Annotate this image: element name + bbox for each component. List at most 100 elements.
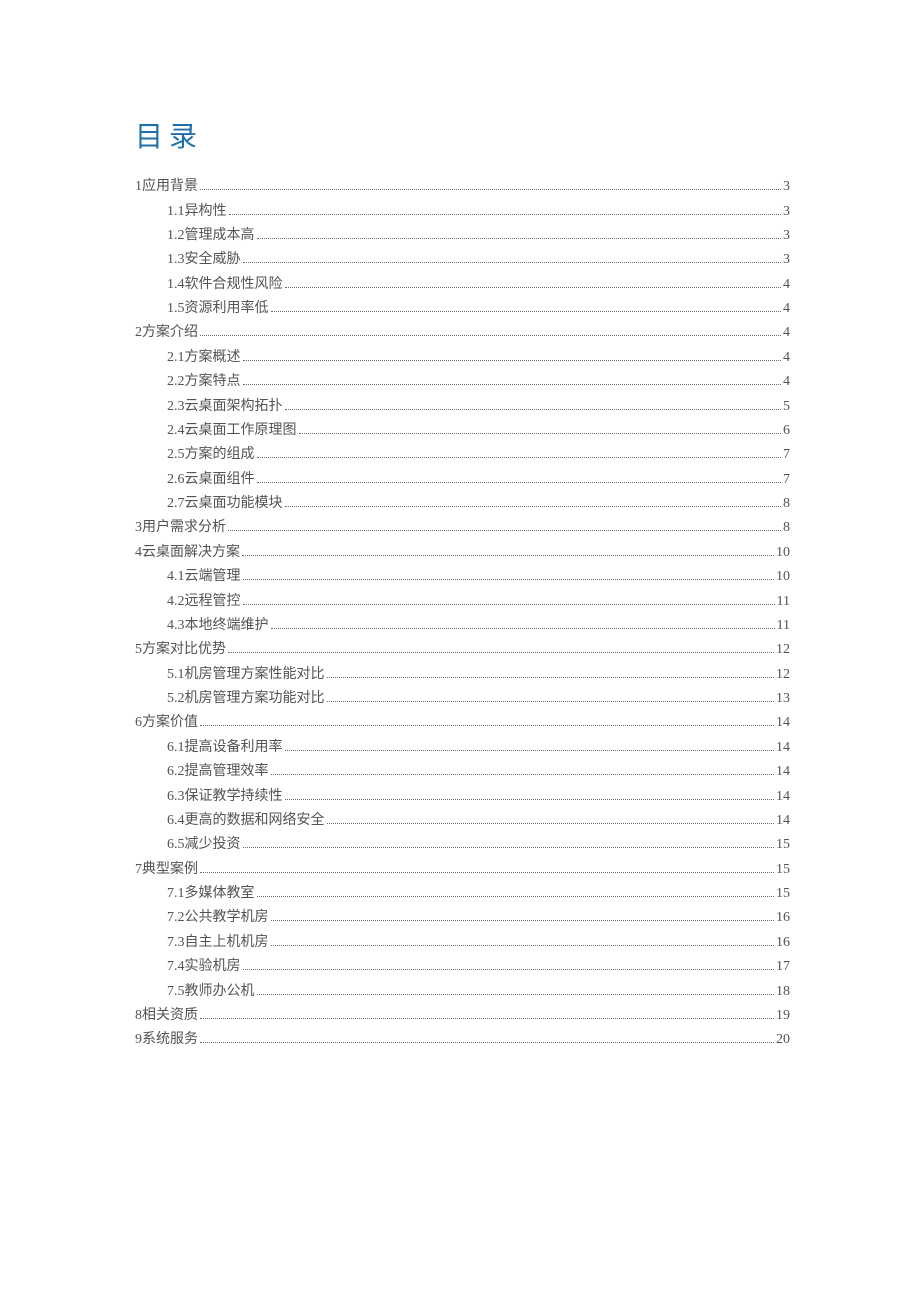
toc-dots <box>243 254 782 263</box>
toc-entry-page: 8 <box>783 521 790 535</box>
toc-dots <box>271 936 775 945</box>
toc-entry[interactable]: 4.3本地终端维护11 <box>135 614 790 638</box>
toc-entry[interactable]: 7.2公共教学机房16 <box>135 906 790 930</box>
toc-entry-label: 6.5减少投资 <box>167 838 241 852</box>
toc-entry[interactable]: 7典型案例15 <box>135 858 790 882</box>
toc-entry-page: 7 <box>783 448 790 462</box>
toc-dots <box>271 620 775 629</box>
toc-dots <box>242 546 774 555</box>
toc-entry[interactable]: 1.5资源利用率低4 <box>135 297 790 321</box>
toc-entry-label: 7.1多媒体教室 <box>167 887 255 901</box>
toc-dots <box>257 985 775 994</box>
toc-entry-page: 4 <box>783 351 790 365</box>
toc-dots <box>243 376 782 385</box>
toc-entry[interactable]: 5.2机房管理方案功能对比 13 <box>135 687 790 711</box>
toc-entry-label: 2.6云桌面组件 <box>167 473 255 487</box>
toc-entry[interactable]: 5.1机房管理方案性能对比 12 <box>135 663 790 687</box>
toc-entry[interactable]: 7.5教师办公机18 <box>135 979 790 1003</box>
toc-dots <box>200 1034 774 1043</box>
toc-entry[interactable]: 6.2提高管理效率14 <box>135 760 790 784</box>
toc-dots <box>200 1010 774 1019</box>
toc-entry[interactable]: 1应用背景3 <box>135 175 790 199</box>
toc-entry[interactable]: 2.6云桌面组件7 <box>135 468 790 492</box>
toc-entry-label: 6.1提高设备利用率 <box>167 741 283 755</box>
toc-entry[interactable]: 1.3安全威胁3 <box>135 248 790 272</box>
toc-dots <box>257 473 782 482</box>
toc-entry-label: 6.3保证教学持续性 <box>167 790 283 804</box>
document-page: 目录 1应用背景31.1异构性31.2管理成本高31.3安全威胁31.4软件合规… <box>0 0 920 1153</box>
toc-entry[interactable]: 3用户需求分析8 <box>135 516 790 540</box>
toc-entry-page: 6 <box>783 424 790 438</box>
toc-entry-page: 14 <box>776 765 790 779</box>
toc-entry-label: 7.3自主上机机房 <box>167 936 269 950</box>
toc-entry[interactable]: 2.7云桌面功能模块8 <box>135 492 790 516</box>
toc-entry-label: 6方案价值 <box>135 716 198 730</box>
toc-entry-page: 3 <box>783 205 790 219</box>
toc-dots <box>200 181 781 190</box>
toc-entry[interactable]: 6.5减少投资15 <box>135 833 790 857</box>
toc-entry[interactable]: 6.4更高的数据和网络安全14 <box>135 809 790 833</box>
toc-entry[interactable]: 1.1异构性3 <box>135 199 790 223</box>
toc-entry[interactable]: 1.2管理成本高3 <box>135 224 790 248</box>
toc-entry-page: 4 <box>783 326 790 340</box>
toc-entry[interactable]: 8相关资质19 <box>135 1004 790 1028</box>
toc-entry-label: 2.2方案特点 <box>167 375 241 389</box>
toc-entry[interactable]: 7.1多媒体教室 15 <box>135 882 790 906</box>
toc-entry[interactable]: 5方案对比优势12 <box>135 638 790 662</box>
toc-entry[interactable]: 2.1方案概述4 <box>135 346 790 370</box>
toc-entry-page: 16 <box>776 936 790 950</box>
toc-dots <box>285 400 782 409</box>
toc-dots <box>228 522 781 531</box>
toc-entry-label: 4.1云端管理 <box>167 570 241 584</box>
toc-dots <box>257 449 782 458</box>
toc-dots <box>299 425 782 434</box>
toc-entry-page: 18 <box>776 985 790 999</box>
toc-dots <box>243 961 775 970</box>
toc-entry[interactable]: 4.2远程管控11 <box>135 589 790 613</box>
toc-entry-label: 9系统服务 <box>135 1033 198 1047</box>
toc-entry-page: 12 <box>776 668 790 682</box>
toc-entry-page: 5 <box>783 400 790 414</box>
toc-dots <box>243 595 775 604</box>
toc-entry-page: 10 <box>776 546 790 560</box>
toc-entry[interactable]: 7.3自主上机机房 16 <box>135 931 790 955</box>
toc-dots <box>285 498 782 507</box>
toc-entry-label: 8相关资质 <box>135 1009 198 1023</box>
toc-entry-page: 10 <box>776 570 790 584</box>
toc-entry-page: 20 <box>776 1033 790 1047</box>
toc-dots <box>200 863 774 872</box>
toc-entry[interactable]: 2.5方案的组成 7 <box>135 443 790 467</box>
toc-entry-label: 5.2机房管理方案功能对比 <box>167 692 325 706</box>
toc-entry[interactable]: 6.1提高设备利用率14 <box>135 736 790 760</box>
toc-dots <box>327 693 775 702</box>
toc-entry-label: 5方案对比优势 <box>135 643 226 657</box>
toc-entry-page: 13 <box>776 692 790 706</box>
toc-entry-label: 5.1机房管理方案性能对比 <box>167 668 325 682</box>
toc-entry[interactable]: 4云桌面解决方案10 <box>135 541 790 565</box>
toc-dots <box>243 839 775 848</box>
toc-entry[interactable]: 2.4云桌面工作原理图6 <box>135 419 790 443</box>
toc-entry-page: 15 <box>776 887 790 901</box>
toc-entry[interactable]: 9系统服务 20 <box>135 1028 790 1052</box>
toc-entry[interactable]: 6方案价值14 <box>135 711 790 735</box>
toc-entry-label: 7.4实验机房 <box>167 960 241 974</box>
toc-dots <box>257 888 775 897</box>
toc-entry-label: 2.5方案的组成 <box>167 448 255 462</box>
toc-entry[interactable]: 4.1云端管理 10 <box>135 565 790 589</box>
toc-entry[interactable]: 1.4软件合规性风险4 <box>135 273 790 297</box>
toc-dots <box>285 741 775 750</box>
toc-entry-page: 4 <box>783 278 790 292</box>
toc-entry-page: 14 <box>776 790 790 804</box>
toc-entry[interactable]: 7.4实验机房 17 <box>135 955 790 979</box>
toc-entry-page: 17 <box>776 960 790 974</box>
toc-dots <box>271 912 775 921</box>
toc-entry[interactable]: 2方案介绍4 <box>135 321 790 345</box>
toc-list: 1应用背景31.1异构性31.2管理成本高31.3安全威胁31.4软件合规性风险… <box>135 175 790 1053</box>
toc-title: 目录 <box>135 115 790 155</box>
toc-entry[interactable]: 6.3保证教学持续性 14 <box>135 784 790 808</box>
toc-entry-label: 6.4更高的数据和网络安全 <box>167 814 325 828</box>
toc-entry[interactable]: 2.3云桌面架构拓扑5 <box>135 394 790 418</box>
toc-dots <box>327 668 775 677</box>
toc-entry-label: 1.3安全威胁 <box>167 253 241 267</box>
toc-entry[interactable]: 2.2方案特点4 <box>135 370 790 394</box>
